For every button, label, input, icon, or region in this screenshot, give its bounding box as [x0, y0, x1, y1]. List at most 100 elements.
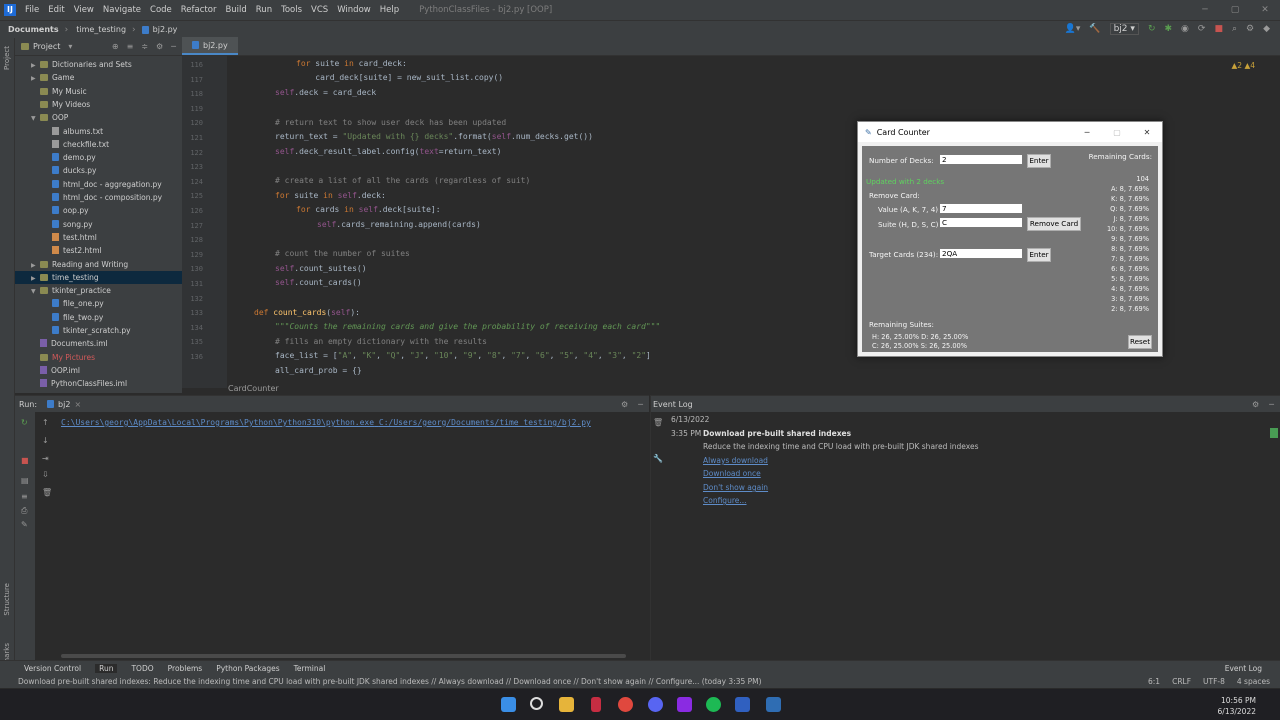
chevron-down-icon[interactable]: ▼	[31, 285, 40, 298]
tool-version-control[interactable]: Version Control	[24, 664, 81, 673]
tree-item[interactable]: tkinter_scratch.py	[43, 324, 131, 337]
code-line[interactable]: # count the number of suites	[275, 249, 410, 258]
tree-item[interactable]: file_one.py	[43, 297, 104, 310]
configure-link[interactable]: Configure...	[703, 496, 747, 505]
tree-item[interactable]: PythonClassFiles.iml	[31, 377, 127, 390]
profile-icon[interactable]: ⟳	[1198, 24, 1206, 34]
editor-tab-bj2[interactable]: bj2.py	[182, 37, 238, 55]
tree-item[interactable]: ▶ Dictionaries and Sets	[31, 58, 132, 71]
tree-item[interactable]: My Music	[31, 85, 87, 98]
code-line[interactable]: # fills an empty dictionary with the res…	[275, 337, 487, 346]
start-menu-icon[interactable]	[501, 697, 516, 712]
run-config-select[interactable]: bj2 ▾	[1109, 23, 1139, 35]
locate-icon[interactable]: ⊕	[112, 42, 119, 51]
structure-tool-tab[interactable]: Structure	[3, 583, 11, 616]
line-separator[interactable]: CRLF	[1172, 677, 1191, 686]
chevron-right-icon[interactable]: ▶	[31, 259, 40, 272]
system-clock[interactable]: 10:56 PM 6/13/2022	[1218, 695, 1256, 717]
num-decks-input[interactable]: 2	[939, 154, 1023, 165]
jetbrains-icon[interactable]: ◆	[1263, 24, 1270, 34]
code-line[interactable]: all_card_prob = {}	[275, 366, 362, 375]
suite-input[interactable]: C	[939, 217, 1023, 228]
code-line[interactable]: for cards in self.deck[suite]:	[296, 205, 441, 214]
maximize-icon[interactable]: ▢	[1102, 128, 1132, 137]
target-cards-input[interactable]: 2QA	[939, 248, 1023, 259]
tree-item[interactable]: test.html	[43, 231, 97, 244]
file-encoding[interactable]: UTF-8	[1203, 677, 1225, 686]
zoom-icon[interactable]	[735, 697, 750, 712]
code-line[interactable]: self.deck = card_deck	[275, 88, 376, 97]
stop-icon[interactable]: ■	[21, 456, 29, 465]
breadcrumb-file[interactable]: bj2.py	[153, 25, 178, 34]
trash-icon[interactable]: 🗑	[42, 488, 52, 497]
tree-item[interactable]: ▶ Game	[31, 71, 74, 84]
close-icon[interactable]: ✕	[1132, 128, 1162, 137]
inspection-widget[interactable]: ▲2 ▲4	[1232, 61, 1255, 70]
dont-show-again-link[interactable]: Don't show again	[703, 483, 768, 492]
chevron-right-icon[interactable]: ▶	[31, 59, 40, 72]
gear-icon[interactable]: ⚙	[156, 42, 163, 51]
code-line[interactable]: card_deck[suite] = new_suit_list.copy()	[296, 73, 503, 82]
editor-breadcrumb[interactable]: CardCounter	[228, 384, 279, 393]
wrench-icon[interactable]: 🔧	[653, 454, 663, 463]
settings-icon[interactable]: ⚙	[1246, 24, 1254, 34]
script-path[interactable]: C:/Users/georg/Documents/time_testing/bj…	[379, 418, 591, 427]
tree-item[interactable]: ▼ tkinter_practice	[31, 284, 111, 297]
close-tab-icon[interactable]: ×	[74, 400, 81, 409]
restore-icon[interactable]: ▢	[1220, 5, 1250, 15]
arrow-up-icon[interactable]: ↑	[42, 418, 49, 427]
project-tool-tab[interactable]: Project	[3, 46, 11, 70]
always-download-link[interactable]: Always download	[703, 456, 768, 465]
run-config-tab[interactable]: bj2	[58, 400, 70, 409]
chevron-down-icon[interactable]: ▼	[31, 112, 40, 125]
tree-item[interactable]: checkfile.txt	[43, 138, 109, 151]
code-line[interactable]: self.deck_result_label.config(text=retur…	[275, 147, 501, 156]
tree-item[interactable]: OOP.iml	[31, 364, 80, 377]
hide-icon[interactable]: ─	[171, 42, 176, 51]
gear-icon[interactable]: ⚙	[621, 400, 628, 409]
reset-button[interactable]: Reset	[1128, 335, 1152, 349]
menu-window[interactable]: Window	[337, 5, 371, 15]
code-line[interactable]: # create a list of all the cards (regard…	[275, 176, 530, 185]
layout-icon[interactable]: ▤	[21, 476, 29, 485]
chevron-right-icon[interactable]: ▶	[31, 272, 40, 285]
pin-icon[interactable]: ✎	[21, 520, 28, 529]
hide-icon[interactable]: ─	[638, 400, 643, 409]
file-explorer-icon[interactable]	[559, 697, 574, 712]
tool-terminal[interactable]: Terminal	[294, 664, 326, 673]
tree-item[interactable]: song.py	[43, 218, 93, 231]
menu-help[interactable]: Help	[380, 5, 399, 15]
project-panel-title[interactable]: Project	[33, 42, 60, 51]
close-icon[interactable]: ✕	[1250, 5, 1280, 15]
code-line[interactable]: # return text to show user deck has been…	[275, 118, 506, 127]
tree-item[interactable]: file_two.py	[43, 311, 103, 324]
menu-run[interactable]: Run	[256, 5, 272, 15]
tree-item[interactable]: html_doc - aggregation.py	[43, 178, 162, 191]
tree-item[interactable]: ducks.py	[43, 164, 96, 177]
build-hammer-icon[interactable]: 🔨	[1089, 24, 1100, 34]
code-line[interactable]: for suite in card_deck:	[296, 59, 407, 68]
coverage-icon[interactable]: ◉	[1181, 24, 1189, 34]
menu-build[interactable]: Build	[225, 5, 246, 15]
code-line[interactable]: """Counts the remaining cards and give t…	[275, 322, 660, 331]
code-line[interactable]: self.cards_remaining.append(cards)	[317, 220, 481, 229]
tree-item[interactable]: oop.py	[43, 204, 89, 217]
soft-wrap-icon[interactable]: ≡	[21, 492, 28, 501]
tree-item[interactable]: ▶ Reading and Writing	[31, 258, 128, 271]
breadcrumb-documents[interactable]: Documents	[8, 25, 59, 34]
code-line[interactable]: face_list = ["A", "K", "Q", "J", "10", "…	[275, 351, 651, 360]
spotify-icon[interactable]	[706, 697, 721, 712]
user-icon[interactable]: 👤▾	[1065, 24, 1081, 34]
caret-position[interactable]: 6:1	[1148, 677, 1160, 686]
expand-all-icon[interactable]: ≑	[141, 42, 148, 51]
tree-item[interactable]: test2.html	[43, 244, 102, 257]
gear-icon[interactable]: ⚙	[1252, 400, 1259, 409]
tree-item[interactable]: demo.py	[43, 151, 96, 164]
chevron-right-icon[interactable]: ▶	[31, 72, 40, 85]
value-input[interactable]: 7	[939, 203, 1023, 214]
print-icon[interactable]: ⎙	[21, 506, 27, 516]
breadcrumb-folder[interactable]: time_testing	[76, 25, 126, 34]
tree-item[interactable]: html_doc - composition.py	[43, 191, 162, 204]
tree-item[interactable]: My Pictures	[31, 351, 95, 364]
tool-python-packages[interactable]: Python Packages	[216, 664, 279, 673]
